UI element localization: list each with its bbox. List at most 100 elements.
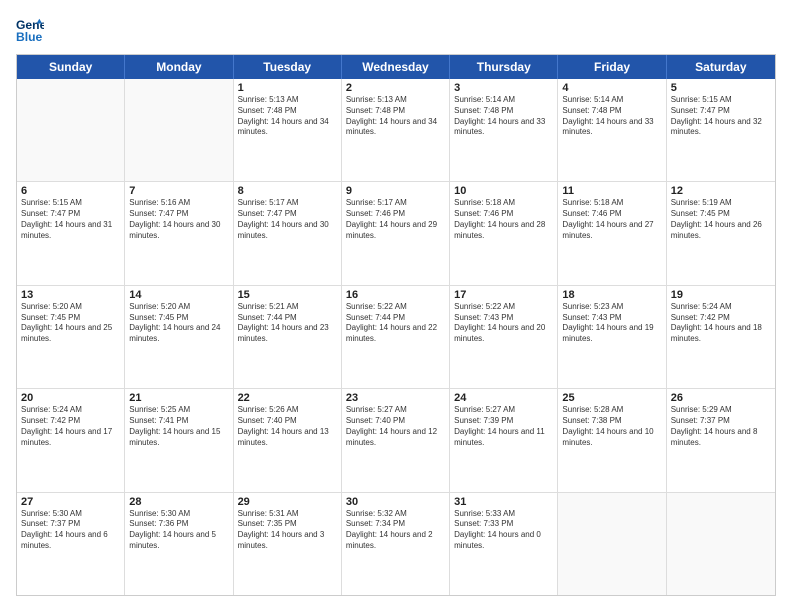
day-cell-19: 19Sunrise: 5:24 AM Sunset: 7:42 PM Dayli… — [667, 286, 775, 388]
day-number: 22 — [238, 392, 337, 404]
day-info: Sunrise: 5:14 AM Sunset: 7:48 PM Dayligh… — [454, 95, 553, 138]
day-header-tuesday: Tuesday — [234, 55, 342, 79]
day-info: Sunrise: 5:18 AM Sunset: 7:46 PM Dayligh… — [454, 198, 553, 241]
calendar-page: General Blue SundayMondayTuesdayWednesda… — [0, 0, 792, 612]
day-info: Sunrise: 5:13 AM Sunset: 7:48 PM Dayligh… — [238, 95, 337, 138]
day-number: 20 — [21, 392, 120, 404]
day-number: 28 — [129, 496, 228, 508]
day-number: 9 — [346, 185, 445, 197]
day-info: Sunrise: 5:14 AM Sunset: 7:48 PM Dayligh… — [562, 95, 661, 138]
day-number: 31 — [454, 496, 553, 508]
empty-cell — [125, 79, 233, 181]
day-info: Sunrise: 5:26 AM Sunset: 7:40 PM Dayligh… — [238, 405, 337, 448]
day-cell-8: 8Sunrise: 5:17 AM Sunset: 7:47 PM Daylig… — [234, 182, 342, 284]
day-cell-17: 17Sunrise: 5:22 AM Sunset: 7:43 PM Dayli… — [450, 286, 558, 388]
day-number: 13 — [21, 289, 120, 301]
day-number: 7 — [129, 185, 228, 197]
day-header-thursday: Thursday — [450, 55, 558, 79]
day-cell-27: 27Sunrise: 5:30 AM Sunset: 7:37 PM Dayli… — [17, 493, 125, 595]
day-cell-31: 31Sunrise: 5:33 AM Sunset: 7:33 PM Dayli… — [450, 493, 558, 595]
day-cell-12: 12Sunrise: 5:19 AM Sunset: 7:45 PM Dayli… — [667, 182, 775, 284]
day-cell-4: 4Sunrise: 5:14 AM Sunset: 7:48 PM Daylig… — [558, 79, 666, 181]
day-info: Sunrise: 5:22 AM Sunset: 7:44 PM Dayligh… — [346, 302, 445, 345]
day-number: 24 — [454, 392, 553, 404]
day-cell-16: 16Sunrise: 5:22 AM Sunset: 7:44 PM Dayli… — [342, 286, 450, 388]
day-number: 21 — [129, 392, 228, 404]
day-header-friday: Friday — [558, 55, 666, 79]
day-cell-26: 26Sunrise: 5:29 AM Sunset: 7:37 PM Dayli… — [667, 389, 775, 491]
day-cell-15: 15Sunrise: 5:21 AM Sunset: 7:44 PM Dayli… — [234, 286, 342, 388]
day-cell-7: 7Sunrise: 5:16 AM Sunset: 7:47 PM Daylig… — [125, 182, 233, 284]
week-row-5: 27Sunrise: 5:30 AM Sunset: 7:37 PM Dayli… — [17, 492, 775, 595]
day-info: Sunrise: 5:13 AM Sunset: 7:48 PM Dayligh… — [346, 95, 445, 138]
day-cell-23: 23Sunrise: 5:27 AM Sunset: 7:40 PM Dayli… — [342, 389, 450, 491]
day-number: 8 — [238, 185, 337, 197]
day-number: 6 — [21, 185, 120, 197]
day-info: Sunrise: 5:24 AM Sunset: 7:42 PM Dayligh… — [671, 302, 771, 345]
day-header-monday: Monday — [125, 55, 233, 79]
day-header-saturday: Saturday — [667, 55, 775, 79]
week-row-3: 13Sunrise: 5:20 AM Sunset: 7:45 PM Dayli… — [17, 285, 775, 388]
day-info: Sunrise: 5:15 AM Sunset: 7:47 PM Dayligh… — [671, 95, 771, 138]
day-info: Sunrise: 5:31 AM Sunset: 7:35 PM Dayligh… — [238, 509, 337, 552]
day-cell-22: 22Sunrise: 5:26 AM Sunset: 7:40 PM Dayli… — [234, 389, 342, 491]
day-cell-3: 3Sunrise: 5:14 AM Sunset: 7:48 PM Daylig… — [450, 79, 558, 181]
day-number: 23 — [346, 392, 445, 404]
day-info: Sunrise: 5:20 AM Sunset: 7:45 PM Dayligh… — [21, 302, 120, 345]
day-number: 27 — [21, 496, 120, 508]
day-number: 30 — [346, 496, 445, 508]
empty-cell — [558, 493, 666, 595]
day-header-sunday: Sunday — [17, 55, 125, 79]
page-header: General Blue — [16, 16, 776, 44]
day-cell-29: 29Sunrise: 5:31 AM Sunset: 7:35 PM Dayli… — [234, 493, 342, 595]
day-number: 2 — [346, 82, 445, 94]
week-row-4: 20Sunrise: 5:24 AM Sunset: 7:42 PM Dayli… — [17, 388, 775, 491]
empty-cell — [667, 493, 775, 595]
day-cell-9: 9Sunrise: 5:17 AM Sunset: 7:46 PM Daylig… — [342, 182, 450, 284]
day-info: Sunrise: 5:27 AM Sunset: 7:40 PM Dayligh… — [346, 405, 445, 448]
day-number: 11 — [562, 185, 661, 197]
day-number: 25 — [562, 392, 661, 404]
day-header-wednesday: Wednesday — [342, 55, 450, 79]
day-info: Sunrise: 5:15 AM Sunset: 7:47 PM Dayligh… — [21, 198, 120, 241]
day-cell-18: 18Sunrise: 5:23 AM Sunset: 7:43 PM Dayli… — [558, 286, 666, 388]
day-number: 16 — [346, 289, 445, 301]
day-info: Sunrise: 5:28 AM Sunset: 7:38 PM Dayligh… — [562, 405, 661, 448]
day-number: 14 — [129, 289, 228, 301]
empty-cell — [17, 79, 125, 181]
day-info: Sunrise: 5:22 AM Sunset: 7:43 PM Dayligh… — [454, 302, 553, 345]
day-info: Sunrise: 5:17 AM Sunset: 7:46 PM Dayligh… — [346, 198, 445, 241]
day-cell-5: 5Sunrise: 5:15 AM Sunset: 7:47 PM Daylig… — [667, 79, 775, 181]
day-number: 12 — [671, 185, 771, 197]
day-cell-24: 24Sunrise: 5:27 AM Sunset: 7:39 PM Dayli… — [450, 389, 558, 491]
calendar-header: SundayMondayTuesdayWednesdayThursdayFrid… — [17, 55, 775, 79]
calendar-body: 1Sunrise: 5:13 AM Sunset: 7:48 PM Daylig… — [17, 79, 775, 595]
day-info: Sunrise: 5:29 AM Sunset: 7:37 PM Dayligh… — [671, 405, 771, 448]
day-number: 3 — [454, 82, 553, 94]
day-info: Sunrise: 5:30 AM Sunset: 7:37 PM Dayligh… — [21, 509, 120, 552]
day-number: 4 — [562, 82, 661, 94]
day-cell-30: 30Sunrise: 5:32 AM Sunset: 7:34 PM Dayli… — [342, 493, 450, 595]
week-row-2: 6Sunrise: 5:15 AM Sunset: 7:47 PM Daylig… — [17, 181, 775, 284]
day-info: Sunrise: 5:30 AM Sunset: 7:36 PM Dayligh… — [129, 509, 228, 552]
day-cell-25: 25Sunrise: 5:28 AM Sunset: 7:38 PM Dayli… — [558, 389, 666, 491]
svg-text:Blue: Blue — [16, 30, 43, 44]
day-number: 10 — [454, 185, 553, 197]
day-info: Sunrise: 5:20 AM Sunset: 7:45 PM Dayligh… — [129, 302, 228, 345]
day-cell-2: 2Sunrise: 5:13 AM Sunset: 7:48 PM Daylig… — [342, 79, 450, 181]
day-info: Sunrise: 5:19 AM Sunset: 7:45 PM Dayligh… — [671, 198, 771, 241]
day-cell-20: 20Sunrise: 5:24 AM Sunset: 7:42 PM Dayli… — [17, 389, 125, 491]
day-cell-1: 1Sunrise: 5:13 AM Sunset: 7:48 PM Daylig… — [234, 79, 342, 181]
day-number: 19 — [671, 289, 771, 301]
day-info: Sunrise: 5:32 AM Sunset: 7:34 PM Dayligh… — [346, 509, 445, 552]
day-number: 26 — [671, 392, 771, 404]
day-cell-13: 13Sunrise: 5:20 AM Sunset: 7:45 PM Dayli… — [17, 286, 125, 388]
day-info: Sunrise: 5:18 AM Sunset: 7:46 PM Dayligh… — [562, 198, 661, 241]
day-info: Sunrise: 5:21 AM Sunset: 7:44 PM Dayligh… — [238, 302, 337, 345]
day-number: 17 — [454, 289, 553, 301]
day-cell-28: 28Sunrise: 5:30 AM Sunset: 7:36 PM Dayli… — [125, 493, 233, 595]
day-number: 18 — [562, 289, 661, 301]
day-cell-11: 11Sunrise: 5:18 AM Sunset: 7:46 PM Dayli… — [558, 182, 666, 284]
week-row-1: 1Sunrise: 5:13 AM Sunset: 7:48 PM Daylig… — [17, 79, 775, 181]
day-cell-6: 6Sunrise: 5:15 AM Sunset: 7:47 PM Daylig… — [17, 182, 125, 284]
